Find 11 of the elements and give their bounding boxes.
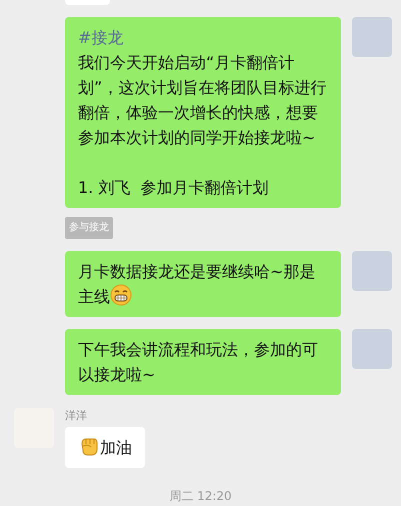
avatar-placeholder xyxy=(352,329,392,369)
join-chain-button[interactable]: 参与接龙 xyxy=(65,217,113,239)
avatar-placeholder xyxy=(352,17,392,57)
message-bubble: 加油 xyxy=(65,427,145,468)
timestamp: 周二 12:20 xyxy=(169,488,232,505)
message-bubble: 下午我会讲流程和玩法，参加的可以接龙啦~ xyxy=(65,329,341,395)
message-bubble: #接龙 我们今天开始启动“月卡翻倍计划”，这次计划旨在将团队目标进行翻倍，体验一次增长的快感，想要参加本次计划的同学开始接龙啦~ 1. 刘飞 参加月卡翻倍计划 xyxy=(65,17,341,208)
avatar-placeholder xyxy=(352,251,392,291)
grinning-face-icon xyxy=(110,284,132,306)
message-bubble: 月卡数据接龙还是要继续哈~那是主线 xyxy=(65,251,341,317)
sender-name: 洋洋 xyxy=(65,409,88,423)
